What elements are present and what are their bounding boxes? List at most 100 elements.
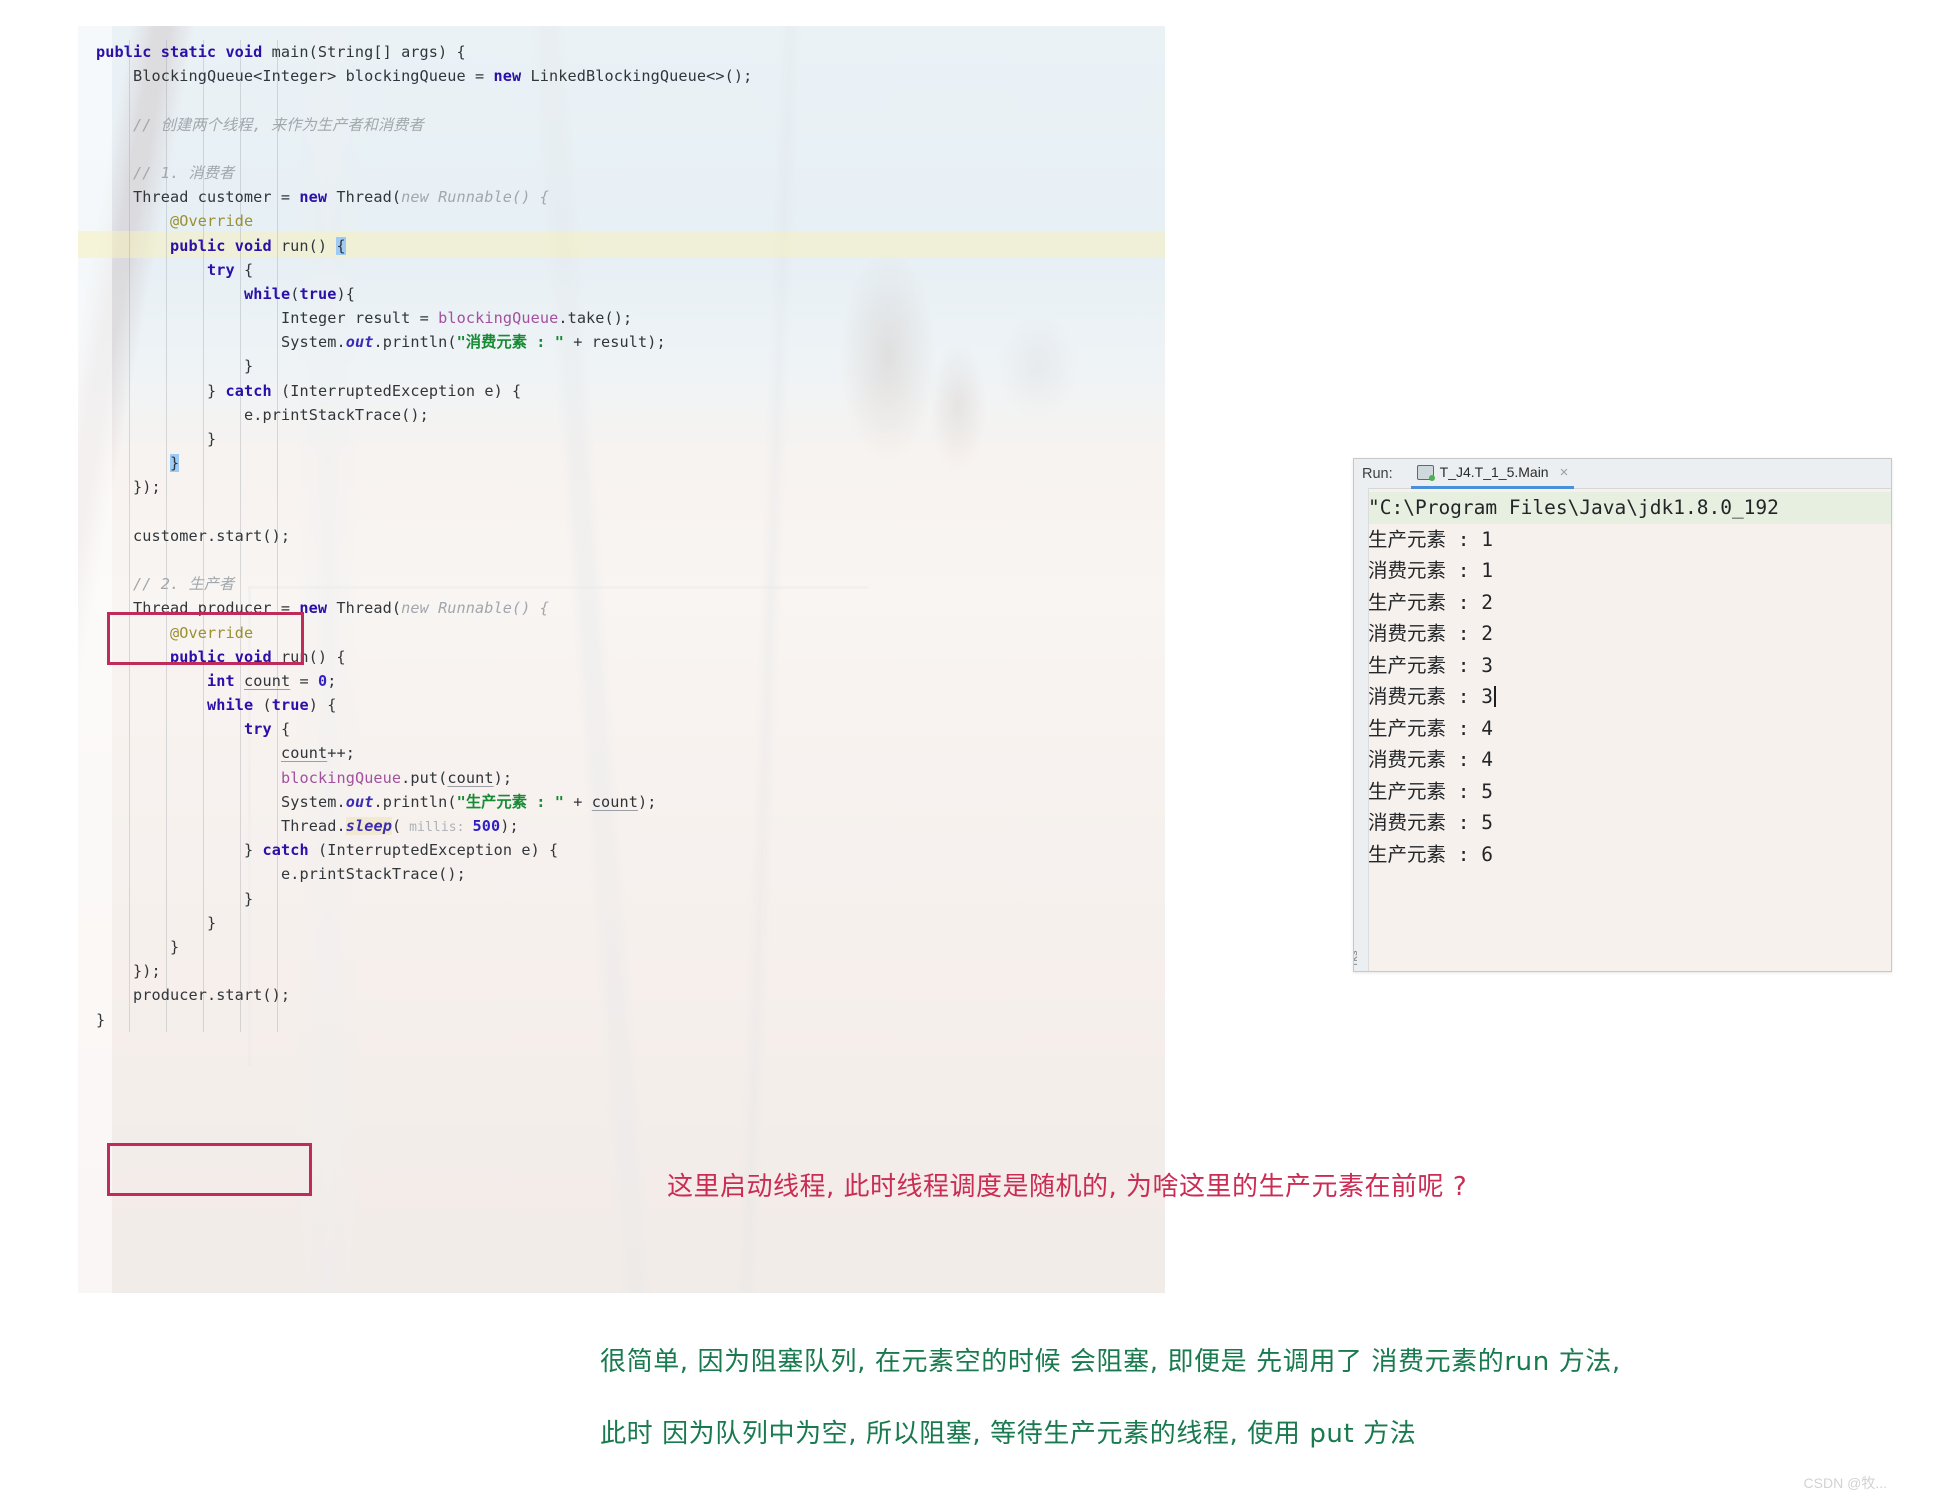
code-token: // 2. 生产者 [133, 575, 235, 594]
code-line[interactable]: System.out.println("消费元素 : " + result); [78, 330, 752, 354]
code-token: customer.start(); [133, 526, 291, 545]
code-token: count [591, 792, 638, 811]
code-line[interactable]: } [78, 427, 752, 451]
code-token: catch [225, 381, 281, 400]
code-line[interactable]: public void run() { [78, 645, 752, 669]
code-token: count [447, 768, 494, 787]
code-line[interactable]: } [78, 935, 752, 959]
console-line: 消费元素 : 2 [1368, 622, 1493, 645]
code-token: Thread( [336, 599, 402, 618]
text-caret [1493, 686, 1496, 707]
code-token: true [299, 284, 337, 303]
code-token: + [564, 792, 592, 811]
code-line[interactable]: // 2. 生产者 [78, 572, 752, 596]
code-line[interactable]: System.out.println("生产元素 : " + count); [78, 790, 752, 814]
bookmarks-side-label[interactable]: rks [1354, 950, 1362, 966]
code-token: blockingQueue [438, 309, 559, 328]
code-token: } [244, 841, 263, 860]
code-line[interactable]: while (true) { [78, 693, 752, 717]
code-token: public [170, 236, 235, 255]
code-token: } [244, 357, 254, 376]
code-token: BlockingQueue<Integer> blockingQueue = [133, 67, 494, 86]
code-editor-panel[interactable]: public static void main(String[] args) {… [78, 26, 1165, 1293]
code-token: e.printStackTrace(); [281, 865, 466, 884]
code-line[interactable]: // 创建两个线程, 来作为生产者和消费者 [78, 113, 752, 137]
console-left-toolbar[interactable]: rks [1354, 488, 1369, 971]
close-icon[interactable]: × [1560, 464, 1569, 481]
code-token: (InterruptedException e) { [280, 381, 522, 400]
code-line[interactable] [78, 548, 752, 572]
code-line[interactable]: while(true){ [78, 282, 752, 306]
code-token: System. [281, 792, 346, 811]
code-token: public [96, 43, 161, 61]
red-annotation-note: 这里启动线程, 此时线程调度是随机的, 为啥这里的生产元素在前呢 ? [667, 1172, 1468, 1202]
code-token: { [280, 720, 291, 739]
csdn-watermark: CSDN @牧... [1803, 1475, 1887, 1491]
code-token: int [207, 671, 244, 690]
code-line[interactable] [78, 500, 752, 524]
code-line[interactable]: } [78, 1008, 752, 1032]
code-line[interactable]: producer.start(); [78, 983, 752, 1007]
code-line[interactable]: }); [78, 959, 752, 983]
code-token: .put( [401, 768, 448, 787]
code-line[interactable]: try { [78, 717, 752, 741]
console-line: 消费元素 : 4 [1368, 748, 1493, 771]
code-line[interactable]: Thread customer = new Thread(new Runnabl… [78, 185, 752, 209]
code-token: void [225, 43, 272, 61]
code-line[interactable]: } [78, 451, 752, 475]
console-output[interactable]: "C:\Program Files\Java\jdk1.8.0_192 生产元素 … [1354, 489, 1891, 870]
code-token: run() [280, 236, 337, 255]
code-token: void [234, 647, 281, 666]
console-tab-main[interactable]: T_J4.T_1_5.Main × [1410, 459, 1575, 489]
code-token: "消费元素 : " [456, 333, 565, 352]
code-token: Thread customer = [133, 188, 300, 207]
code-token: Integer result = [281, 309, 439, 328]
code-token: true [271, 696, 309, 715]
code-line[interactable]: BlockingQueue<Integer> blockingQueue = n… [78, 64, 752, 88]
code-line[interactable]: @Override [78, 209, 752, 233]
code-token: }); [133, 478, 161, 497]
code-token: count [281, 744, 328, 763]
code-line[interactable]: } catch (InterruptedException e) { [78, 379, 752, 403]
code-token: } [207, 430, 217, 448]
code-line[interactable]: public static void main(String[] args) { [78, 40, 752, 64]
code-token: ) { [308, 696, 337, 715]
code-line[interactable]: Integer result = blockingQueue.take(); [78, 306, 752, 330]
code-line[interactable]: } [78, 354, 752, 378]
code-line[interactable]: customer.start(); [78, 524, 752, 548]
code-token: @Override [170, 623, 254, 642]
code-token: } [244, 889, 254, 908]
console-tab-bar[interactable]: Run: T_J4.T_1_5.Main × [1354, 459, 1891, 489]
code-line[interactable]: e.printStackTrace(); [78, 862, 752, 886]
run-console-panel[interactable]: Run: T_J4.T_1_5.Main × rks "C:\Program F… [1353, 458, 1892, 972]
console-line: 消费元素 : 5 [1368, 811, 1493, 834]
code-token: ); [493, 768, 513, 787]
code-token: ++; [327, 744, 355, 763]
code-line[interactable]: try { [78, 258, 752, 282]
code-line[interactable]: count++; [78, 741, 752, 765]
code-token: try [207, 260, 244, 279]
console-line: 生产元素 : 2 [1368, 590, 1493, 614]
code-line[interactable]: // 1. 消费者 [78, 161, 752, 185]
code-line[interactable]: Thread producer = new Thread(new Runnabl… [78, 596, 752, 620]
code-line[interactable]: @Override [78, 621, 752, 645]
code-line[interactable]: } [78, 911, 752, 935]
code-line[interactable]: Thread.sleep( millis: 500); [78, 814, 752, 838]
code-token: while [244, 284, 291, 303]
code-line[interactable]: public void run() { [78, 234, 752, 258]
code-token: out [345, 792, 374, 811]
run-label: Run: [1362, 465, 1393, 482]
code-token: run() { [280, 647, 346, 666]
code-token: catch [262, 841, 318, 860]
code-line[interactable] [78, 137, 752, 161]
code-token: // 1. 消费者 [133, 163, 235, 182]
code-token: = [290, 671, 318, 690]
code-content[interactable]: public static void main(String[] args) {… [78, 26, 752, 1032]
code-line[interactable] [78, 88, 752, 112]
code-line[interactable]: int count = 0; [78, 669, 752, 693]
code-line[interactable]: blockingQueue.put(count); [78, 766, 752, 790]
code-line[interactable]: } [78, 887, 752, 911]
code-line[interactable]: e.printStackTrace(); [78, 403, 752, 427]
code-line[interactable]: } catch (InterruptedException e) { [78, 838, 752, 862]
code-line[interactable]: }); [78, 475, 752, 499]
